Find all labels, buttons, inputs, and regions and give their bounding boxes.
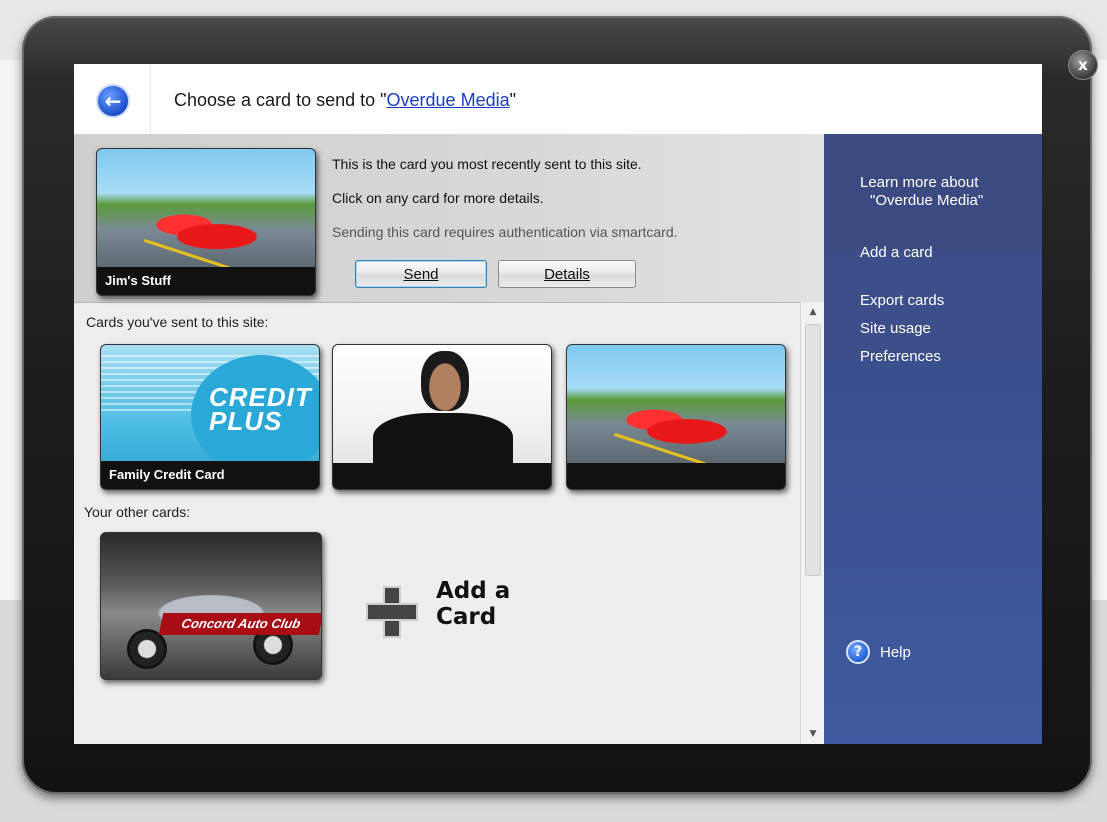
site-link[interactable]: Overdue Media	[387, 90, 510, 110]
card-label: Jim's Stuff	[97, 267, 315, 295]
other-cards-heading: Your other cards:	[84, 504, 191, 520]
recent-info-line: This is the card you most recently sent …	[332, 156, 642, 172]
title-suffix: "	[509, 90, 516, 110]
recent-card-panel: Jim's Stuff This is the card you most re…	[74, 134, 824, 303]
plus-icon	[366, 586, 418, 638]
send-button[interactable]: Send	[355, 260, 487, 288]
title-bar: ← Choose a card to send to "Overdue Medi…	[74, 64, 1042, 134]
credit-plus-logo: CREDIT PLUS	[209, 384, 312, 436]
sidebar-learn-line: "Overdue Media"	[870, 192, 984, 209]
scroll-up-arrow-icon[interactable]: ▲	[801, 304, 825, 320]
sent-card-ferrari[interactable]	[566, 344, 786, 490]
card-label	[333, 463, 551, 489]
recent-hint-line: Click on any card for more details.	[332, 190, 544, 206]
sent-card-family-credit[interactable]: CREDIT PLUS Family Credit Card	[100, 344, 320, 490]
card-content-area: Jim's Stuff This is the card you most re…	[74, 134, 825, 744]
add-card-label-line: Card	[436, 604, 497, 630]
card-art-wheel	[127, 629, 167, 669]
add-card-button[interactable]: Add a Card	[366, 578, 526, 648]
sidebar-item-add-card[interactable]: Add a card	[860, 244, 933, 261]
logo-line: PLUS	[209, 406, 283, 436]
add-card-label: Add a Card	[436, 578, 526, 630]
add-card-label-line: Add a	[436, 578, 511, 604]
title-prefix: Choose a card to send to "	[174, 90, 387, 110]
close-button[interactable]: x	[1068, 50, 1098, 80]
details-button[interactable]: Details	[498, 260, 636, 288]
vertical-scrollbar[interactable]: ▲ ▼	[800, 302, 825, 744]
page-title: Choose a card to send to "Overdue Media"	[174, 90, 516, 111]
sidebar-item-help[interactable]: Help	[880, 644, 911, 661]
scroll-thumb[interactable]	[805, 324, 821, 576]
card-ribbon: Concord Auto Club	[158, 613, 321, 635]
sidebar-item-export-cards[interactable]: Export cards	[860, 292, 944, 309]
sidebar-item-site-usage[interactable]: Site usage	[860, 320, 931, 337]
portrait-head	[421, 351, 469, 411]
card-label: Family Credit Card	[101, 461, 319, 489]
help-icon[interactable]: ?	[846, 640, 870, 664]
recent-card-jims-stuff[interactable]: Jim's Stuff	[96, 148, 316, 296]
other-card-concord-auto-club[interactable]: Concord Auto Club	[100, 532, 322, 680]
sidebar-item-preferences[interactable]: Preferences	[860, 348, 941, 365]
back-button[interactable]: ←	[96, 84, 130, 118]
title-divider	[150, 64, 151, 134]
close-icon: x	[1078, 56, 1088, 74]
card-selector-window: ← Choose a card to send to "Overdue Medi…	[74, 64, 1042, 744]
task-sidebar: Learn more about "Overdue Media" Add a c…	[824, 134, 1042, 744]
back-arrow-icon: ←	[104, 89, 122, 113]
recent-auth-line: Sending this card requires authenticatio…	[332, 224, 678, 240]
sidebar-learn-line: Learn more about	[860, 174, 979, 191]
scroll-down-arrow-icon[interactable]: ▼	[801, 726, 825, 742]
sidebar-item-learn-more[interactable]: Learn more about "Overdue Media"	[860, 174, 983, 210]
card-label	[567, 463, 785, 489]
sent-card-portrait[interactable]	[332, 344, 552, 490]
sent-cards-heading: Cards you've sent to this site:	[86, 314, 269, 330]
